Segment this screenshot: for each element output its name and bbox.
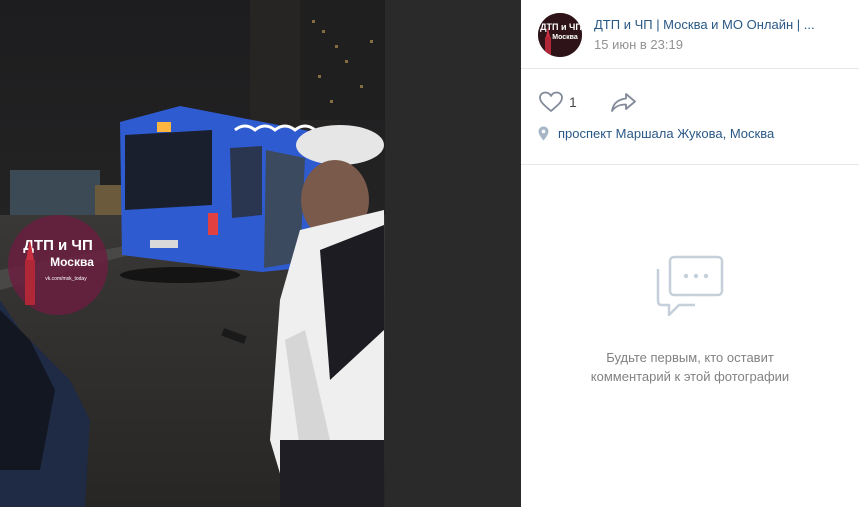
location-pin-icon	[538, 126, 549, 141]
svg-text:ДТП и ЧП: ДТП и ЧП	[540, 22, 582, 32]
location-text: проспект Маршала Жукова, Москва	[558, 126, 775, 141]
like-button[interactable]: 1	[538, 90, 577, 114]
share-button[interactable]	[610, 90, 638, 119]
comments-icon	[656, 255, 724, 317]
comments-empty-text: Будьте первым, кто оставит комментарий к…	[521, 348, 859, 386]
heart-icon	[539, 91, 563, 112]
svg-text:vk.com/msk_today: vk.com/msk_today	[45, 276, 87, 282]
photo: ДТП и ЧП Москва vk.com/msk_today	[0, 0, 521, 507]
post-header: ДТП и ЧП Москва ДТП и ЧП | Москва и МО О…	[521, 0, 859, 69]
comments-empty-state: Будьте первым, кто оставит комментарий к…	[521, 255, 859, 386]
like-count: 1	[569, 94, 577, 110]
svg-text:Москва: Москва	[552, 34, 578, 41]
location-link[interactable]: проспект Маршала Жукова, Москва	[538, 126, 774, 141]
svg-text:ДТП и ЧП: ДТП и ЧП	[23, 237, 93, 254]
post-date[interactable]: 15 июн в 23:19	[594, 37, 683, 52]
watermark: ДТП и ЧП Москва vk.com/msk_today	[8, 215, 108, 315]
photo-sidebar: ДТП и ЧП Москва ДТП и ЧП | Москва и МО О…	[521, 0, 859, 507]
post-actions: 1 проспект Маршала Жукова, Москва	[521, 69, 859, 165]
photo-viewer[interactable]: ДТП и ЧП Москва vk.com/msk_today	[0, 0, 521, 507]
share-icon	[611, 93, 636, 112]
avatar[interactable]: ДТП и ЧП Москва	[538, 13, 582, 57]
svg-text:Москва: Москва	[50, 255, 94, 269]
author-link[interactable]: ДТП и ЧП | Москва и МО Онлайн | ...	[594, 17, 844, 32]
comments-empty-line-1: Будьте первым, кто оставит	[606, 350, 774, 365]
comments-empty-line-2: комментарий к этой фотографии	[590, 369, 790, 384]
